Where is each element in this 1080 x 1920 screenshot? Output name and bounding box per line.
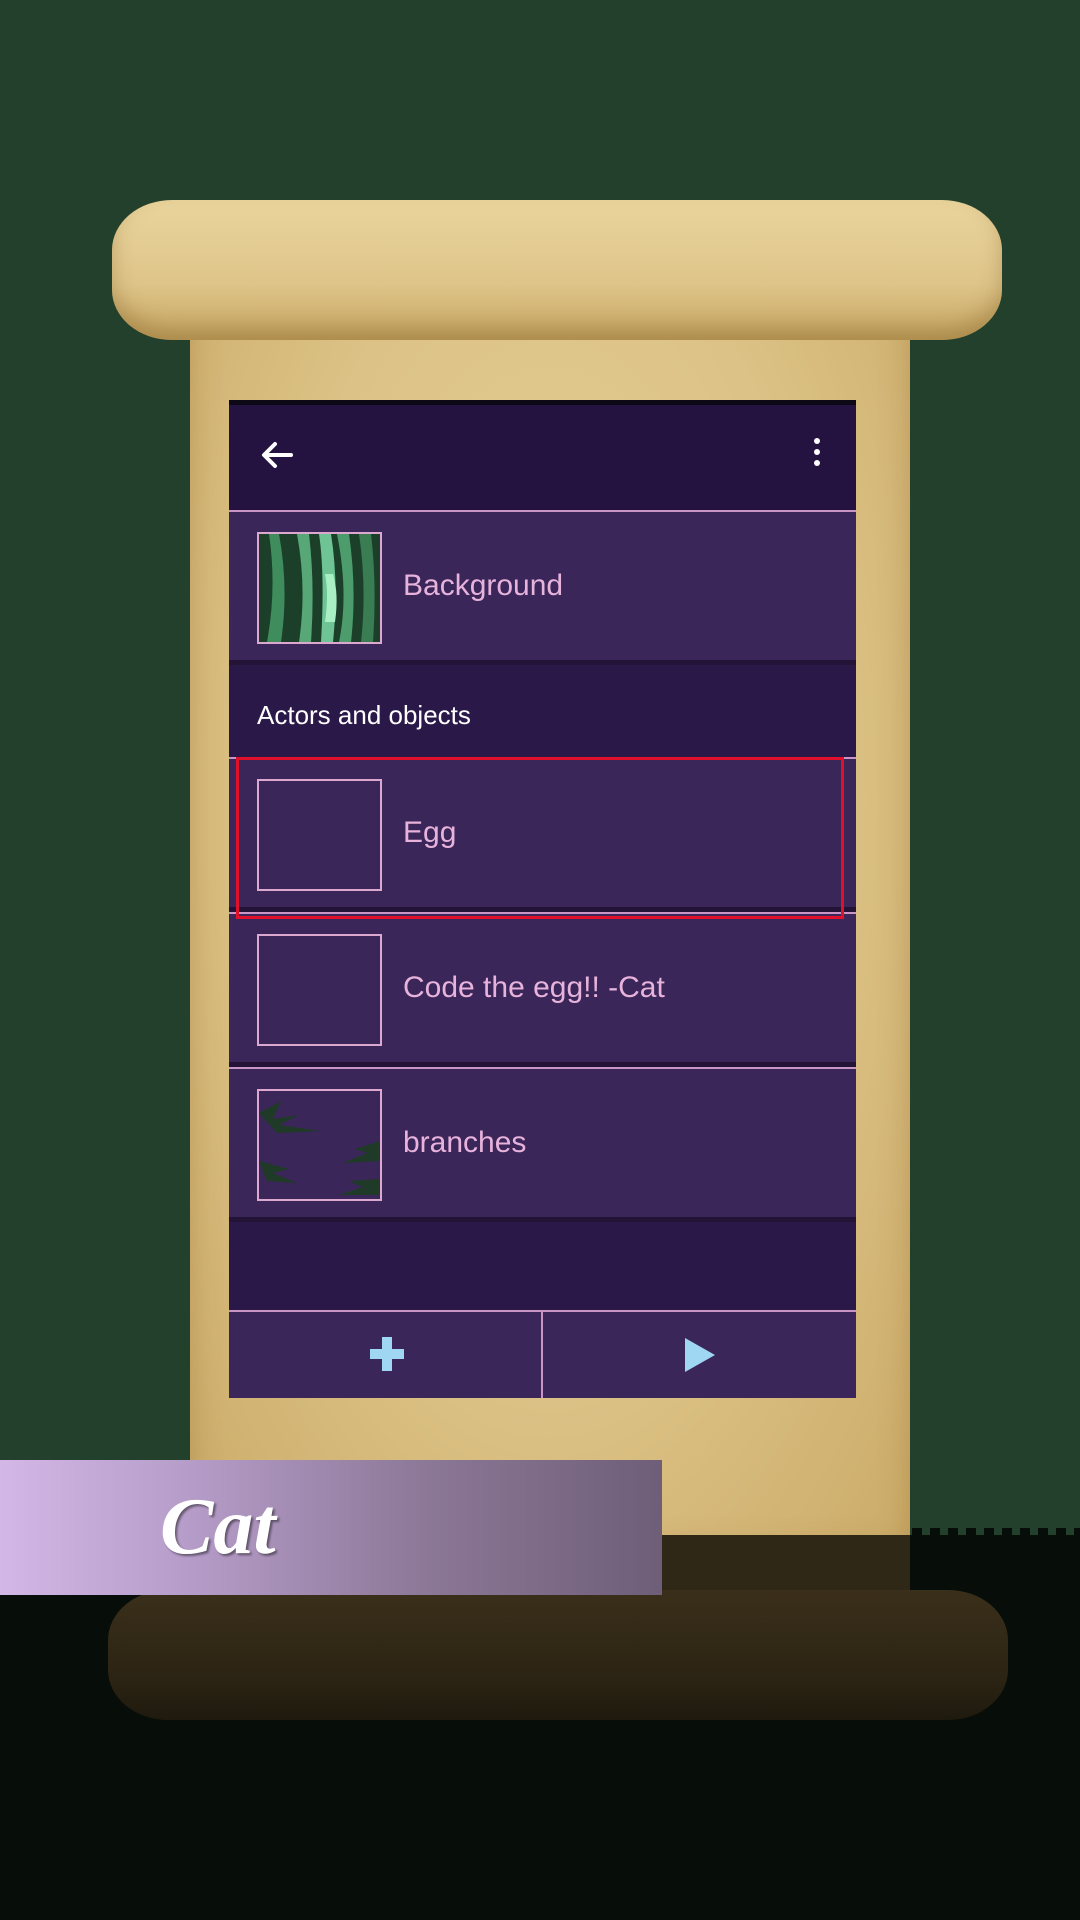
background-item[interactable]: Background — [229, 512, 856, 665]
play-icon — [685, 1338, 715, 1372]
more-vertical-icon[interactable] — [807, 435, 827, 475]
actor-label: Egg — [403, 816, 457, 849]
actor-thumbnail — [257, 934, 382, 1046]
bottom-bar — [229, 1310, 856, 1398]
back-arrow-icon[interactable] — [257, 435, 297, 475]
actor-item-branches[interactable]: branches — [229, 1069, 856, 1222]
play-button[interactable] — [543, 1312, 856, 1398]
scroll-bottom-roll — [108, 1590, 1008, 1720]
actor-item-egg[interactable]: Egg — [229, 759, 856, 912]
background-thumbnail — [257, 532, 382, 644]
actor-label: Code the egg!! -Cat — [403, 971, 665, 1004]
actor-item-code-the-egg[interactable]: Code the egg!! -Cat — [229, 914, 856, 1067]
actor-label: branches — [403, 1126, 527, 1159]
app-bar — [229, 405, 856, 512]
scroll-top-roll — [112, 200, 1002, 340]
section-title: Actors and objects — [257, 700, 471, 730]
branches-thumbnail — [257, 1089, 382, 1201]
actor-thumbnail — [257, 779, 382, 891]
add-button[interactable] — [229, 1312, 542, 1398]
plus-icon — [370, 1337, 404, 1371]
project-screen: Background Actors and objects Egg Code t… — [229, 400, 856, 1398]
section-header: Actors and objects — [229, 667, 856, 757]
background-label: Background — [403, 569, 564, 602]
banner-title: Cat — [160, 1483, 276, 1571]
title-banner: Cat — [0, 1460, 662, 1595]
